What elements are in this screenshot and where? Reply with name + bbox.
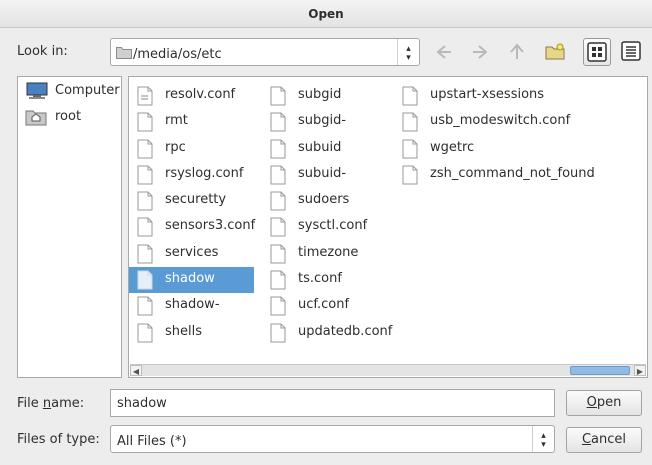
- file-item[interactable]: subuid: [262, 136, 387, 162]
- scroll-right-icon[interactable]: ▶: [634, 365, 646, 376]
- forward-icon: [473, 45, 488, 59]
- file-item[interactable]: ucf.conf: [262, 293, 387, 319]
- up-button[interactable]: [503, 38, 531, 66]
- file-icon: [270, 323, 286, 347]
- file-item[interactable]: resolv.conf: [129, 83, 254, 109]
- forward-button[interactable]: [466, 38, 494, 66]
- file-icon: [270, 270, 286, 294]
- home-folder-icon: [25, 108, 47, 130]
- file-item-selected[interactable]: shadow: [129, 267, 254, 294]
- file-item[interactable]: usb_modeswitch.conf: [394, 109, 634, 135]
- file-icon: [137, 296, 153, 320]
- file-item[interactable]: sudoers: [262, 188, 387, 214]
- file-type-combo[interactable]: All Files (*) ▴ ▾: [110, 425, 555, 453]
- folder-icon: [116, 46, 132, 63]
- file-icon: [270, 139, 286, 163]
- file-type-label: Files of type:: [17, 432, 100, 447]
- horizontal-scrollbar[interactable]: ◀ ▶: [130, 364, 646, 376]
- file-item[interactable]: rmt: [129, 109, 254, 135]
- file-icon: [270, 112, 286, 136]
- file-type-value: All Files (*): [117, 434, 187, 449]
- file-icon: [270, 86, 286, 110]
- sidebar-item-computer[interactable]: Computer: [22, 80, 120, 102]
- combo-arrows-icon: ▴ ▾: [532, 426, 554, 452]
- file-icon: [137, 217, 153, 241]
- file-icon: [402, 112, 418, 136]
- new-folder-button[interactable]: [541, 38, 569, 66]
- file-item[interactable]: subgid: [262, 83, 387, 109]
- file-icon: [137, 270, 153, 294]
- file-item[interactable]: updatedb.conf: [262, 320, 392, 347]
- file-item[interactable]: subgid-: [262, 109, 387, 135]
- combo-arrows-icon: ▴ ▾: [397, 39, 419, 65]
- file-item[interactable]: sysctl.conf: [262, 214, 387, 240]
- file-name-label: File name:: [17, 396, 85, 411]
- detail-view-icon: [621, 41, 641, 61]
- file-item[interactable]: wgetrc: [394, 136, 634, 162]
- file-icon: [270, 244, 286, 268]
- look-in-path: /media/os/etc: [133, 47, 222, 62]
- file-icon: [137, 112, 153, 136]
- file-icon: [270, 217, 286, 241]
- file-icon: [402, 86, 418, 110]
- file-name-field[interactable]: [110, 389, 555, 417]
- file-item[interactable]: upstart-xsessions: [394, 83, 634, 109]
- look-in-label: Look in:: [17, 44, 68, 59]
- file-name-input[interactable]: [111, 390, 554, 416]
- file-item[interactable]: services: [129, 241, 254, 267]
- file-column-2: subgid subgid- subuid subuid- sudoers sy…: [262, 83, 392, 347]
- file-icon: [137, 323, 153, 347]
- file-icon: [270, 191, 286, 215]
- file-icon: [137, 165, 153, 189]
- file-icon: [137, 191, 153, 215]
- sidebar-item-label: Computer: [55, 83, 120, 98]
- open-button[interactable]: Open: [566, 390, 642, 416]
- window-title: Open: [308, 7, 344, 21]
- new-folder-icon: [545, 43, 565, 60]
- file-item[interactable]: zsh_command_not_found: [394, 162, 634, 188]
- title-bar: Open: [0, 0, 652, 28]
- file-icon: [270, 296, 286, 320]
- file-icon: [137, 244, 153, 268]
- file-column-3: upstart-xsessions usb_modeswitch.conf wg…: [394, 83, 634, 188]
- scrollbar-thumb[interactable]: [570, 366, 630, 375]
- detail-view-button[interactable]: [618, 38, 646, 66]
- file-item[interactable]: shells: [129, 320, 254, 346]
- file-item[interactable]: subuid-: [262, 162, 387, 188]
- file-item[interactable]: shadow-: [129, 293, 254, 319]
- file-column-1: resolv.conf rmt rpc rsyslog.conf securet…: [129, 83, 255, 346]
- file-item[interactable]: securetty: [129, 188, 254, 214]
- file-list: resolv.conf rmt rpc rsyslog.conf securet…: [128, 76, 648, 378]
- file-item[interactable]: sensors3.conf: [129, 214, 255, 241]
- file-icon: [137, 139, 153, 163]
- file-icon: [137, 86, 153, 110]
- sidebar-item-root[interactable]: root: [22, 106, 120, 128]
- file-item[interactable]: timezone: [262, 241, 387, 267]
- up-icon: [510, 43, 524, 59]
- scroll-left-icon[interactable]: ◀: [130, 365, 142, 376]
- back-button[interactable]: [430, 38, 458, 66]
- icon-view-icon: [587, 42, 607, 62]
- back-icon: [436, 45, 451, 59]
- file-icon: [402, 165, 418, 189]
- cancel-button[interactable]: Cancel: [566, 427, 642, 453]
- icon-view-button[interactable]: [583, 38, 611, 66]
- computer-icon: [25, 82, 49, 104]
- file-item[interactable]: rsyslog.conf: [129, 162, 254, 188]
- places-sidebar: Computer root: [17, 76, 122, 378]
- file-item[interactable]: rpc: [129, 136, 254, 162]
- sidebar-item-label: root: [55, 109, 82, 124]
- file-item[interactable]: ts.conf: [262, 267, 387, 293]
- file-icon: [270, 165, 286, 189]
- look-in-combo[interactable]: /media/os/etc ▴ ▾: [110, 38, 420, 66]
- file-icon: [402, 139, 418, 163]
